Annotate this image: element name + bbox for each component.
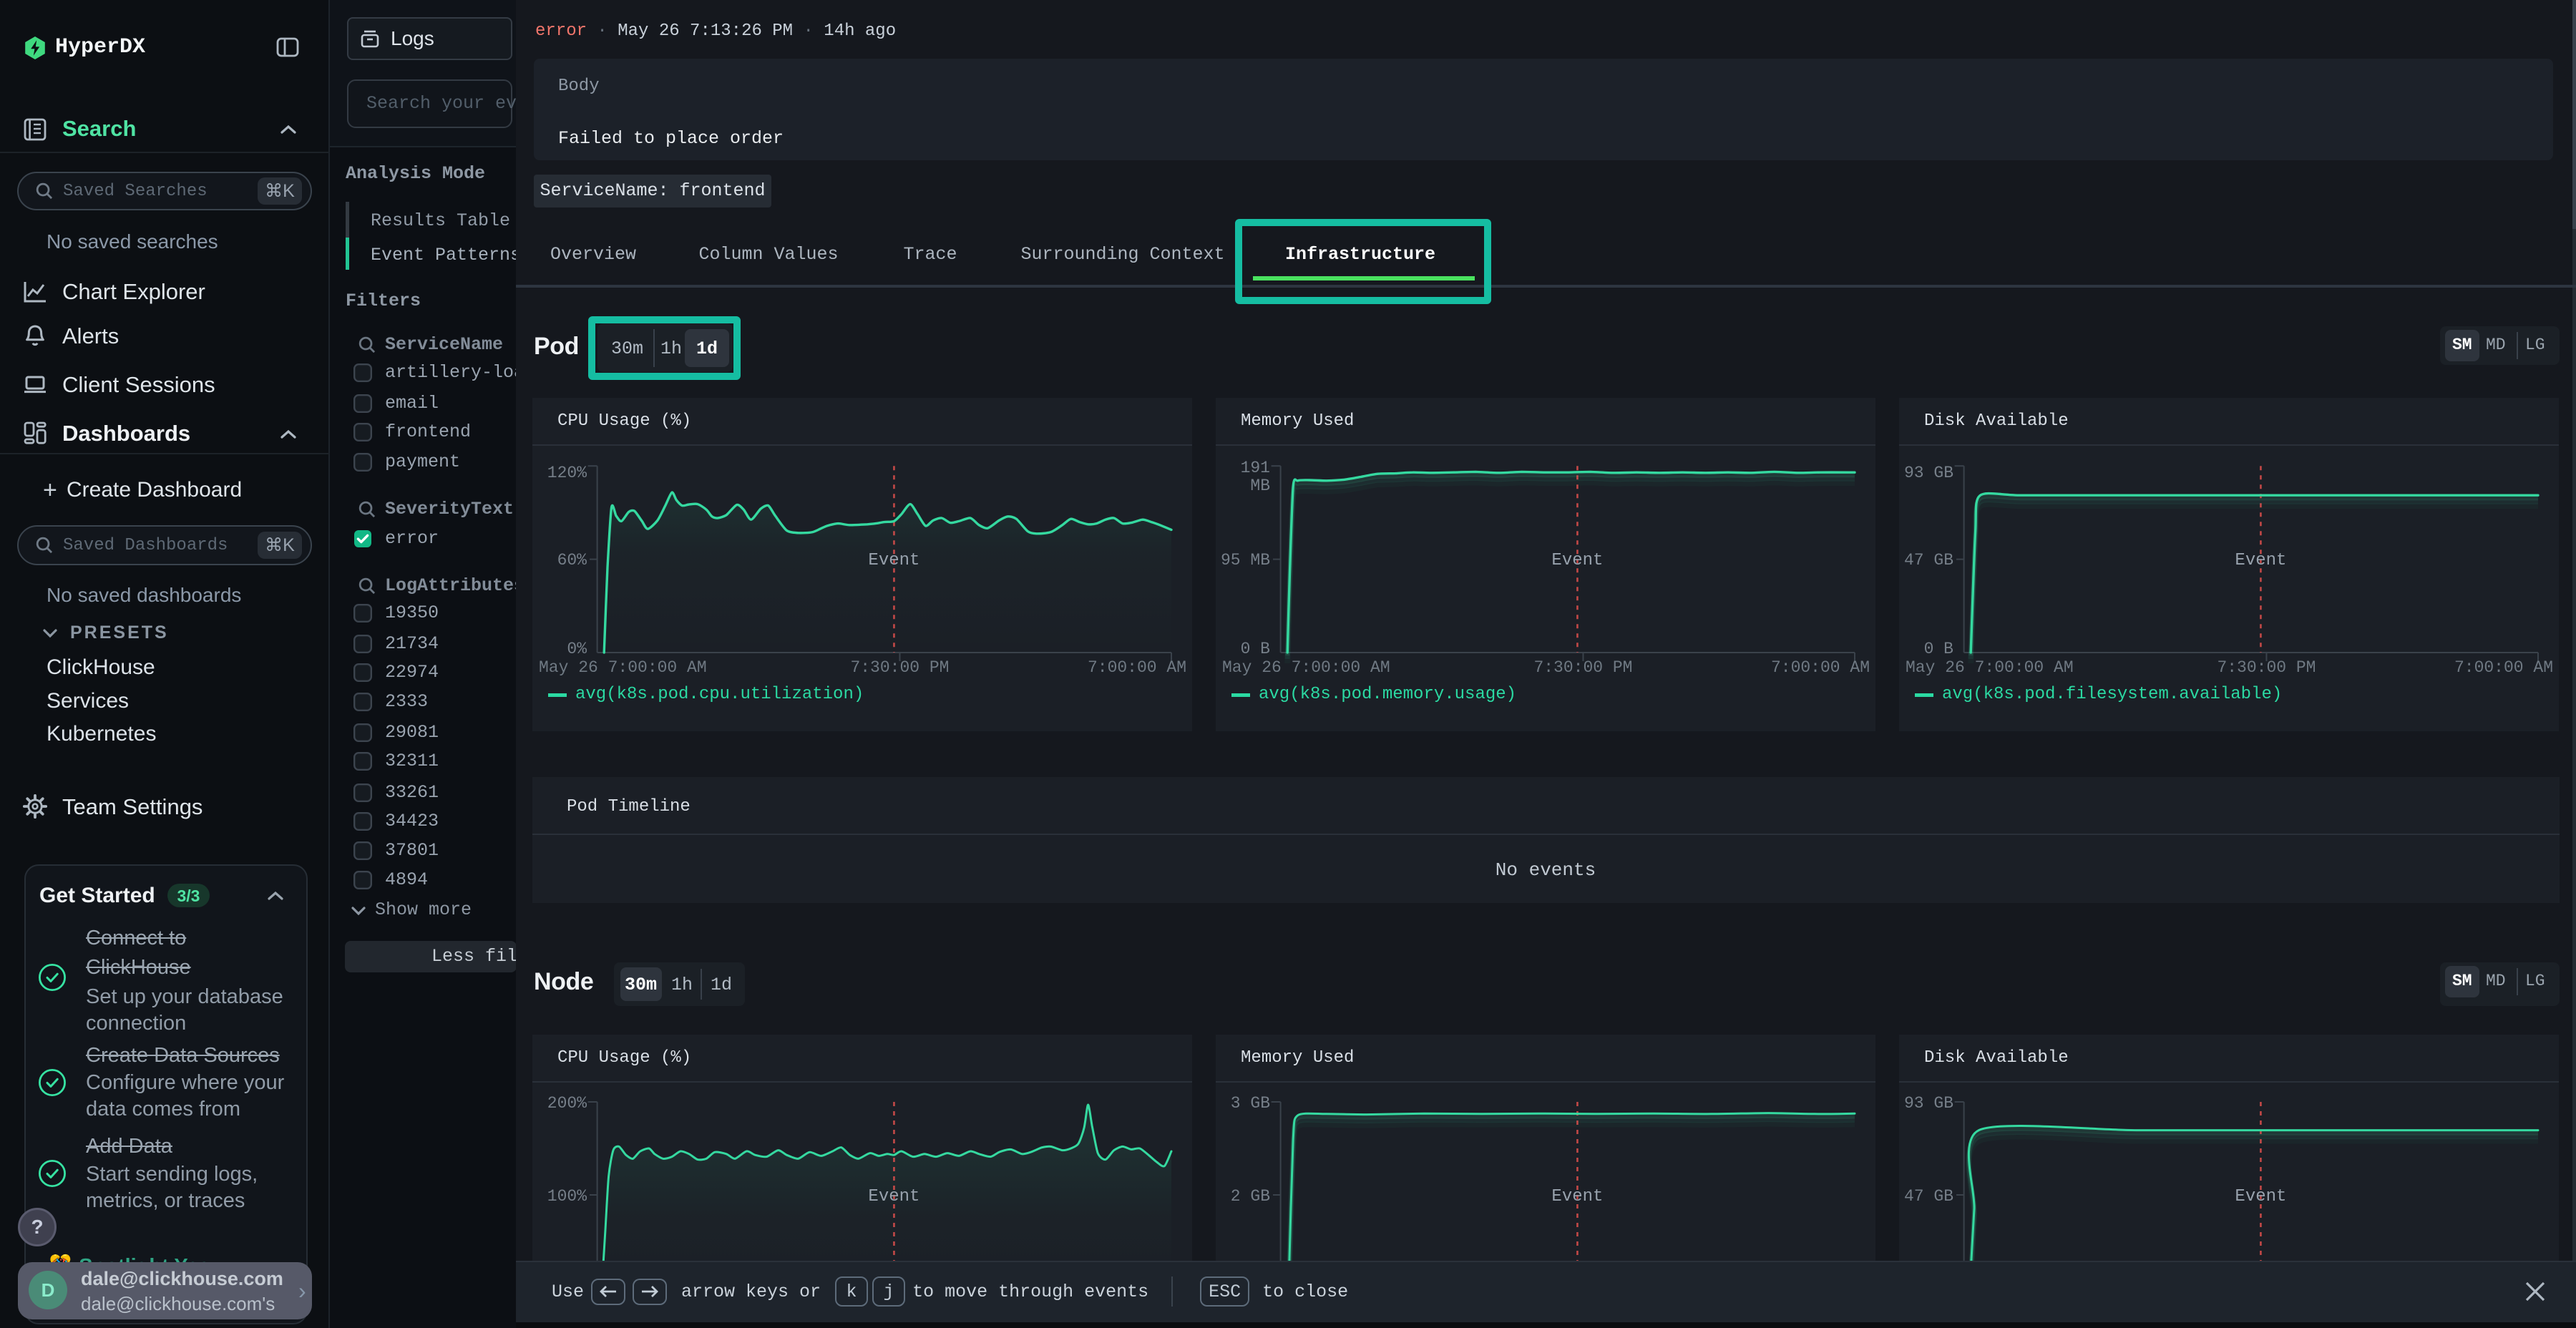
svg-text:3 GB: 3 GB xyxy=(1231,1094,1270,1113)
svg-text:Event: Event xyxy=(1551,551,1603,570)
svg-text:47 GB: 47 GB xyxy=(1904,551,1953,570)
svg-text:Event: Event xyxy=(2235,551,2286,570)
svg-text:Event: Event xyxy=(868,551,919,570)
svg-text:95 MB: 95 MB xyxy=(1221,551,1270,570)
svg-text:47 GB: 47 GB xyxy=(1904,1187,1953,1206)
svg-text:2 GB: 2 GB xyxy=(1231,1187,1270,1206)
svg-text:May 26 7:00:00 AM: May 26 7:00:00 AM xyxy=(1906,658,2074,677)
svg-text:May 26 7:00:00 AM: May 26 7:00:00 AM xyxy=(539,658,707,677)
svg-text:93 GB: 93 GB xyxy=(1904,464,1953,482)
svg-text:7:00:00 AM: 7:00:00 AM xyxy=(1088,658,1186,677)
svg-text:200%: 200% xyxy=(547,1094,587,1113)
svg-text:7:30:00 PM: 7:30:00 PM xyxy=(2217,658,2316,677)
svg-text:93 GB: 93 GB xyxy=(1904,1094,1953,1113)
svg-text:MB: MB xyxy=(1250,477,1270,495)
svg-text:0%: 0% xyxy=(567,640,587,658)
svg-text:100%: 100% xyxy=(547,1187,587,1206)
svg-text:7:30:00 PM: 7:30:00 PM xyxy=(1533,658,1632,677)
svg-text:Event: Event xyxy=(868,1187,919,1206)
svg-text:0 B: 0 B xyxy=(1924,640,1953,658)
svg-text:7:30:00 PM: 7:30:00 PM xyxy=(850,658,949,677)
svg-text:120%: 120% xyxy=(547,464,587,482)
svg-text:May 26 7:00:00 AM: May 26 7:00:00 AM xyxy=(1222,658,1390,677)
svg-text:Event: Event xyxy=(1551,1187,1603,1206)
svg-text:7:00:00 AM: 7:00:00 AM xyxy=(1771,658,1870,677)
svg-text:191: 191 xyxy=(1241,459,1270,477)
svg-text:Event: Event xyxy=(2235,1187,2286,1206)
svg-text:0 B: 0 B xyxy=(1241,640,1270,658)
svg-text:60%: 60% xyxy=(557,551,587,570)
svg-text:7:00:00 AM: 7:00:00 AM xyxy=(2454,658,2553,677)
